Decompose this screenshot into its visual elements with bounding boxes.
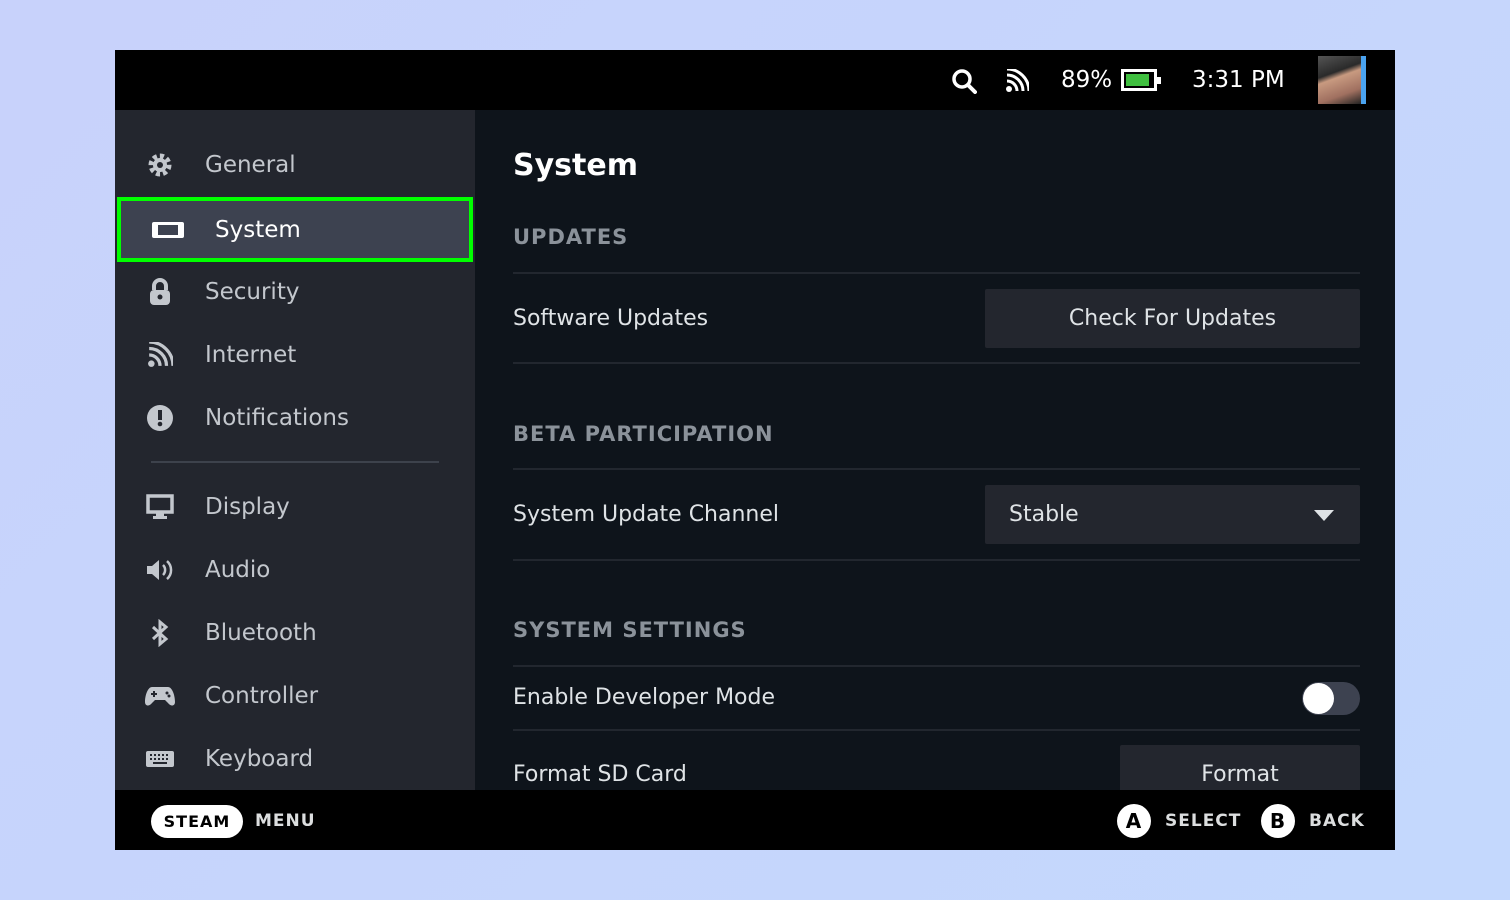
divider (513, 362, 1360, 364)
clock: 3:31 PM (1192, 67, 1285, 93)
sidebar-item-label: Controller (205, 683, 319, 709)
update-channel-label: System Update Channel (513, 502, 780, 527)
sidebar-item-label: Security (205, 279, 300, 305)
sidebar-item-label: Bluetooth (205, 620, 317, 646)
sidebar-item-notifications[interactable]: Notifications (115, 388, 475, 448)
battery-percent: 89% (1061, 67, 1113, 93)
check-for-updates-button[interactable]: Check For Updates (985, 289, 1360, 348)
page-title: System (513, 148, 638, 183)
handheld-icon (121, 221, 215, 239)
top-bar: 89% 3:31 PM (115, 50, 1395, 110)
b-button-icon: B (1261, 804, 1295, 838)
section-beta: BETA PARTICIPATION (513, 422, 774, 446)
developer-mode-label: Enable Developer Mode (513, 685, 776, 710)
sidebar-item-internet[interactable]: Internet (115, 325, 475, 385)
developer-mode-toggle[interactable] (1302, 682, 1360, 715)
wifi-icon[interactable] (1005, 69, 1029, 93)
sidebar-item-keyboard[interactable]: Keyboard (115, 729, 475, 789)
main-panel: System UPDATES Software Updates Check Fo… (475, 110, 1395, 804)
bluetooth-icon (115, 619, 205, 647)
select-label[interactable]: SELECT (1165, 811, 1241, 831)
wifi-icon (115, 342, 205, 368)
sidebar-item-label: Internet (205, 342, 297, 368)
chevron-down-icon (1314, 510, 1334, 521)
toggle-knob (1303, 683, 1334, 714)
a-button-icon: A (1117, 804, 1151, 838)
section-system-settings: SYSTEM SETTINGS (513, 618, 747, 642)
alert-icon (115, 405, 205, 431)
divider (513, 559, 1360, 561)
sidebar-item-bluetooth[interactable]: Bluetooth (115, 603, 475, 663)
sidebar-item-label: Notifications (205, 405, 349, 431)
steam-button[interactable]: STEAM (151, 805, 243, 838)
software-updates-label: Software Updates (513, 306, 709, 331)
monitor-icon (115, 494, 205, 520)
speaker-icon (115, 558, 205, 582)
sidebar-item-label: Display (205, 494, 290, 520)
sidebar-item-controller[interactable]: Controller (115, 666, 475, 726)
format-sd-label: Format SD Card (513, 762, 687, 787)
divider (513, 272, 1360, 274)
back-label[interactable]: BACK (1309, 811, 1365, 831)
sidebar-item-label: General (205, 152, 296, 178)
update-channel-dropdown[interactable]: Stable (985, 485, 1360, 544)
battery-icon (1121, 69, 1161, 91)
keyboard-icon (115, 750, 205, 768)
gamepad-icon (115, 685, 205, 707)
sidebar-item-label: Audio (205, 557, 271, 583)
sidebar-item-audio[interactable]: Audio (115, 540, 475, 600)
search-icon[interactable] (951, 68, 977, 94)
divider (513, 468, 1360, 470)
sidebar-item-display[interactable]: Display (115, 477, 475, 537)
steam-deck-settings-window: 89% 3:31 PM General System Security Inte… (115, 50, 1395, 850)
sidebar-item-security[interactable]: Security (115, 262, 475, 322)
avatar[interactable] (1318, 56, 1366, 104)
dropdown-value: Stable (1009, 502, 1079, 527)
section-updates: UPDATES (513, 225, 629, 249)
lock-icon (115, 278, 205, 306)
divider (513, 729, 1360, 731)
menu-label: MENU (255, 811, 316, 831)
sidebar-item-general[interactable]: General (115, 135, 475, 195)
sidebar-item-label: Keyboard (205, 746, 314, 772)
sidebar-divider (151, 461, 439, 463)
bottom-bar: STEAM MENU A SELECT B BACK (115, 790, 1395, 850)
sidebar-item-system[interactable]: System (117, 197, 473, 262)
divider (513, 665, 1360, 667)
gear-icon (115, 152, 205, 178)
sidebar-item-label: System (215, 216, 301, 243)
sidebar: General System Security Internet Notific… (115, 110, 475, 790)
